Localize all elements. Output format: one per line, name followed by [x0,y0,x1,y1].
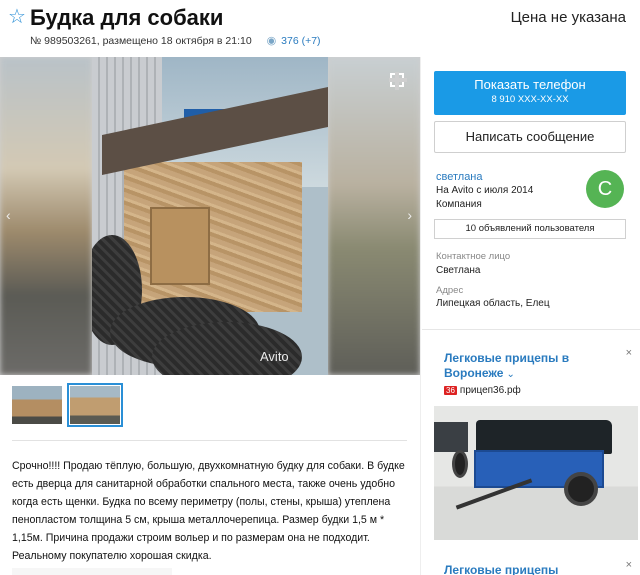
seller-name-link[interactable]: светлана [436,171,483,183]
seller-ads-button[interactable]: 10 объявлений пользователя [434,219,626,239]
trailer-wheel [564,472,598,506]
close-icon[interactable]: × [626,559,632,571]
column-divider [420,57,421,575]
thumbnail-2[interactable] [67,383,123,427]
next-photo-icon[interactable]: › [407,207,412,223]
address-label: Адрес [436,285,464,296]
listing-id-date: № 989503261, размещено 18 октября в 21:1… [30,35,252,47]
trailer-cover [476,420,612,454]
ad-site-badge: 36 [444,386,457,395]
star-icon[interactable]: ☆ [8,7,28,27]
close-icon[interactable]: × [626,347,632,359]
show-phone-button[interactable]: Показать телефон 8 910 XXX-XX-XX [434,71,626,115]
thumbnail-1[interactable] [12,386,62,424]
avito-watermark: Avito [260,349,289,364]
ad-site-url: прицеп36.рф [459,385,521,396]
avatar[interactable]: С [586,170,624,208]
prev-photo-icon[interactable]: ‹ [6,207,11,223]
ad-title-link[interactable]: Легковые прицепы в Воронеже ⌄ [444,351,604,382]
contact-label: Контактное лицо [436,251,511,262]
price-label: Цена не указана [510,9,626,26]
ad2-title-link[interactable]: Легковые прицепы [444,563,558,575]
chevron-down-icon: ⌄ [506,369,515,380]
fullscreen-icon[interactable] [389,72,407,90]
seller-since: На Avito с июля 2014 [436,185,534,196]
ad-trailer-image[interactable] [434,406,638,540]
write-message-button[interactable]: Написать сообщение [434,121,626,153]
ad-site[interactable]: 36 прицеп36.рф [444,385,521,396]
gallery-blur-left [0,57,92,375]
gallery-blur-right [328,57,420,375]
views-count[interactable]: 376 (+7) [281,35,320,47]
listing-header: ☆ Будка для собаки Цена не указана № 989… [0,0,640,56]
show-phone-label: Показать телефон [474,77,586,92]
contact-value: Светлана [436,265,481,276]
page-title: Будка для собаки [30,5,224,30]
eye-icon: ◉ [266,35,277,47]
listing-description: Срочно!!!! Продаю тёплую, большую, двухк… [12,460,405,562]
seller-type: Компания [436,199,482,210]
main-photo[interactable]: Avito [92,57,328,375]
divider [422,329,640,330]
listing-meta: № 989503261, размещено 18 октября в 21:1… [30,34,321,47]
address-value: Липецкая область, Елец [436,298,550,309]
divider [12,440,407,441]
seller-sidebar: Показать телефон 8 910 XXX-XX-XX Написат… [422,57,640,575]
phone-masked: 8 910 XXX-XX-XX [491,94,569,105]
photo-gallery[interactable]: Avito ‹ › [0,57,420,375]
dog-house-door [150,207,210,285]
